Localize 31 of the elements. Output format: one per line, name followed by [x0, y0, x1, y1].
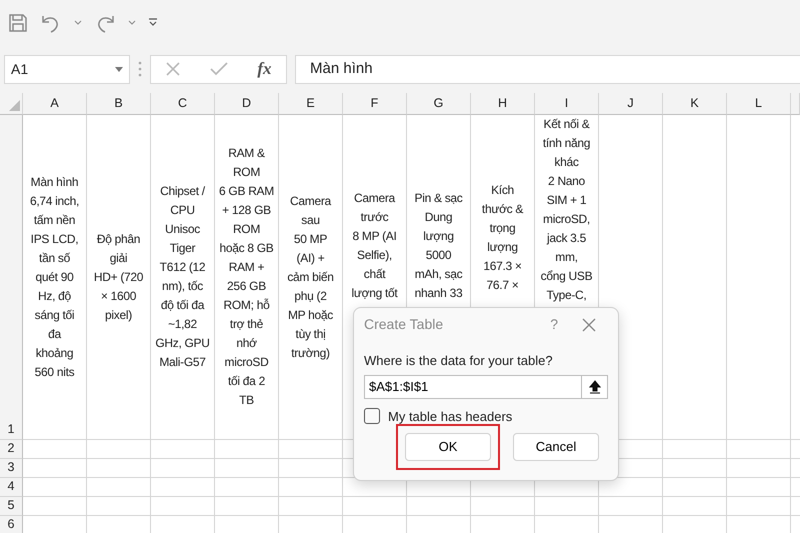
column-header[interactable]: F [370, 94, 378, 113]
range-field[interactable]: $A$1:$I$1 [364, 374, 582, 398]
column-header[interactable]: D [242, 94, 252, 113]
table-cell-text: Chipset / CPU Unisoc Tiger T612 (12 nm), tốc độ tối đa ~1,82 GHz, GPU Mali-G57 [155, 183, 210, 371]
column-header[interactable]: J [627, 94, 634, 113]
column-header[interactable]: K [690, 94, 699, 113]
checkbox-label: My table has headers [388, 408, 512, 426]
table-cell-text: Kích thước & trọng lượng 167.3 × 76.7 × [482, 182, 524, 294]
formula-field[interactable]: Màn hình [295, 54, 800, 84]
table-cell-text: Camera trước 8 MP (AI Selfie), chất lượng tốt [352, 190, 398, 302]
table-cell-text: Camera sau 50 MP (AI) + cảm biến phụ (2 MP hoặc tùy thị trường) [287, 192, 334, 362]
column-header[interactable]: A [50, 94, 59, 113]
column-header[interactable]: G [434, 94, 444, 113]
table-cell-text: Màn hình 6,74 inch, tấm nền IPS LCD, tần số quét 90 Hz, độ sáng tối đa khoảng 560 nits [30, 174, 80, 380]
cancel-button[interactable]: Cancel [513, 433, 599, 461]
column-header[interactable]: C [178, 94, 188, 113]
table-cell-text: Độ phân giải HD+ (720 × 1600 pixel) [94, 230, 144, 324]
dialog-prompt: Where is the data for your table? [364, 352, 554, 370]
column-header[interactable]: L [755, 94, 762, 113]
column-header[interactable]: B [114, 94, 123, 113]
ok-button[interactable]: OK [405, 433, 491, 461]
dialog-title: Create Table [364, 315, 444, 334]
table-cell-text: Pin & sạc Dung lượng 5000 mAh, sạc nhanh 33 [414, 190, 462, 302]
table-cell-text: RAM & ROM 6 GB RAM + 128 GB ROM hoặc 8 GB RAM + 256 GB ROM; hỗ trợ thẻ nhớ microSD tối đa 2 TB [219, 145, 274, 409]
table-cell-text: Kết nối & tính năng khác 2 Nano SIM + 1 microSD, jack 3.5 mm, cổng USB Type-C, [540, 116, 592, 304]
column-header[interactable]: H [498, 94, 508, 113]
column-header[interactable]: I [564, 94, 568, 113]
name-box[interactable]: A1 [4, 54, 130, 84]
row-header[interactable]: 1 [8, 420, 14, 439]
column-header[interactable]: E [306, 94, 315, 113]
insert-function-button[interactable]: fx [257, 56, 272, 82]
